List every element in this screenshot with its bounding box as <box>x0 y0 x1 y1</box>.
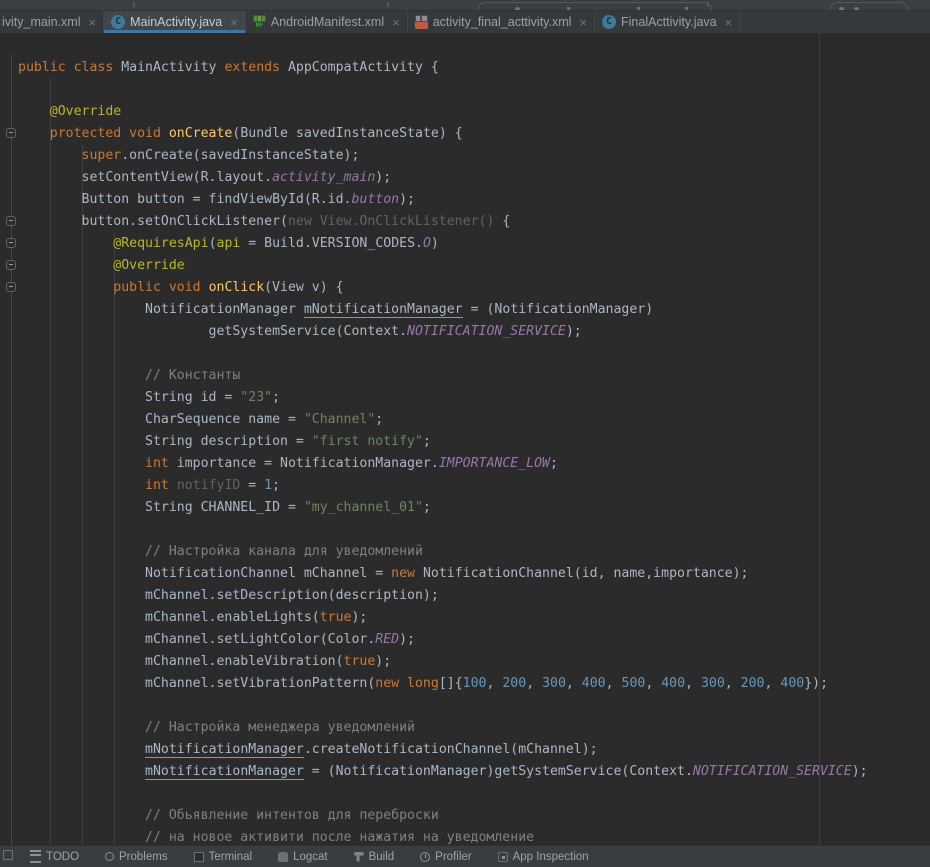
run-icon[interactable] <box>839 7 844 11</box>
main-toolbar-sliver <box>0 0 930 11</box>
code-line[interactable]: getSystemService(Context.NOTIFICATION_SE… <box>18 321 930 343</box>
code-line[interactable]: protected void onCreate(Bundle savedInst… <box>18 123 930 145</box>
toolbar-button[interactable] <box>637 7 640 10</box>
code-line[interactable]: super.onCreate(savedInstanceState); <box>18 145 930 167</box>
tab-label: AndroidManifest.xml <box>271 15 384 29</box>
code-line[interactable]: String description = "first notify"; <box>18 431 930 453</box>
tab-close-icon[interactable]: × <box>392 16 400 29</box>
java-class-icon <box>602 15 616 29</box>
code-line[interactable]: NotificationManager mNotificationManager… <box>18 299 930 321</box>
code-line[interactable]: public class MainActivity extends AppCom… <box>18 57 930 79</box>
toolwindow-corner-icon[interactable] <box>3 850 13 860</box>
code-line[interactable]: mChannel.setVibrationPattern(new long[]{… <box>18 673 930 695</box>
code-line[interactable]: button.setOnClickListener(new View.OnCli… <box>18 211 930 233</box>
run-configuration-widget[interactable] <box>478 2 712 11</box>
code-line[interactable]: String id = "23"; <box>18 387 930 409</box>
toolwindow-button-logcat[interactable]: Logcat <box>278 851 328 863</box>
toolwindow-label: Profiler <box>435 851 471 863</box>
toolbar-button[interactable] <box>685 7 688 10</box>
appinspect-icon <box>498 852 508 862</box>
toolbar-tick <box>387 2 389 7</box>
code-line[interactable]: public void onClick(View v) { <box>18 277 930 299</box>
code-line[interactable]: mChannel.setLightColor(Color.RED); <box>18 629 930 651</box>
toolbar-tick <box>133 2 135 7</box>
code-line[interactable]: CharSequence name = "Channel"; <box>18 409 930 431</box>
code-line[interactable]: // Настройка менеджера уведомлений <box>18 717 930 739</box>
toolwindow-label: TODO <box>46 851 79 863</box>
device-widget[interactable] <box>830 2 908 11</box>
code-line[interactable]: int notifyID = 1; <box>18 475 930 497</box>
code-line[interactable] <box>18 79 930 101</box>
code-line[interactable]: NotificationChannel mChannel = new Notif… <box>18 563 930 585</box>
code-line[interactable]: // Настройка канала для уведомлений <box>18 541 930 563</box>
bottom-toolwindow-bar: TODO Problems Terminal Logcat Build Profiler A… <box>0 845 930 867</box>
code-line[interactable] <box>18 783 930 805</box>
fold-collapse-icon[interactable] <box>6 238 16 248</box>
tab-close-icon[interactable]: × <box>725 16 733 29</box>
toolwindow-label: Problems <box>119 851 168 863</box>
code-line[interactable] <box>18 519 930 541</box>
toolwindow-label: Logcat <box>293 851 328 863</box>
tab-bar: ivity_main.xml×MainActivity.java×Android… <box>0 11 930 33</box>
layout-file-icon <box>415 15 428 29</box>
tab-close-icon[interactable]: × <box>579 16 587 29</box>
tab-close-icon[interactable]: × <box>89 16 97 29</box>
toolwindow-button-build[interactable]: Build <box>354 851 395 863</box>
tab-label: activity_final_acttivity.xml <box>433 15 572 29</box>
code-line[interactable]: setContentView(R.layout.activity_main); <box>18 167 930 189</box>
toolwindow-label: Terminal <box>209 851 252 863</box>
toolwindow-button-app-inspection[interactable]: App Inspection <box>498 851 589 863</box>
code-line[interactable]: mChannel.setDescription(description); <box>18 585 930 607</box>
code-line[interactable]: String CHANNEL_ID = "my_channel_01"; <box>18 497 930 519</box>
tab-activity-final-acttivity-xml[interactable]: activity_final_acttivity.xml × <box>408 11 595 33</box>
editor[interactable]: public class MainActivity extends AppCom… <box>0 33 930 855</box>
build-icon <box>354 852 364 862</box>
tab-androidmanifest-xml[interactable]: AndroidManifest.xml × <box>246 11 408 33</box>
gutter-fold-line <box>11 55 12 855</box>
code-line[interactable]: // Константы <box>18 365 930 387</box>
toolwindow-label: Build <box>369 851 395 863</box>
manifest-file-icon <box>253 15 266 29</box>
code-line[interactable]: mNotificationManager = (NotificationMana… <box>18 761 930 783</box>
android-studio-window: { "colors": { "editor_bg": "#2b2b2b", "t… <box>0 0 930 855</box>
profiler-icon <box>420 852 430 862</box>
code-line[interactable]: @RequiresApi(api = Build.VERSION_CODES.O… <box>18 233 930 255</box>
toolbar-button[interactable] <box>567 7 570 10</box>
code-line[interactable]: Button button = findViewById(R.id.button… <box>18 189 930 211</box>
code-line[interactable]: // Обьявление интентов для переброски <box>18 805 930 827</box>
toolwindow-button-terminal[interactable]: Terminal <box>194 851 252 863</box>
fold-collapse-icon[interactable] <box>6 282 16 292</box>
code-line[interactable]: @Override <box>18 255 930 277</box>
code-line[interactable]: mChannel.enableLights(true); <box>18 607 930 629</box>
tab-finalacttivity-java[interactable]: FinalActtivity.java × <box>595 11 740 33</box>
todo-icon <box>30 850 41 863</box>
toolwindow-label: App Inspection <box>513 851 589 863</box>
toolwindow-button-todo[interactable]: TODO <box>30 850 79 863</box>
tab-ivity-main-xml[interactable]: ivity_main.xml × <box>0 11 104 33</box>
code-line[interactable]: mNotificationManager.createNotificationC… <box>18 739 930 761</box>
fold-collapse-icon[interactable] <box>6 260 16 270</box>
tab-label: MainActivity.java <box>130 15 222 29</box>
code-line[interactable] <box>18 343 930 365</box>
run-icon[interactable] <box>515 7 520 11</box>
java-class-icon <box>111 15 125 29</box>
tab-label: ivity_main.xml <box>2 15 81 29</box>
tab-label: FinalActtivity.java <box>621 15 717 29</box>
fold-collapse-icon[interactable] <box>6 216 16 226</box>
toolwindow-button-profiler[interactable]: Profiler <box>420 851 471 863</box>
tab-mainactivity-java[interactable]: MainActivity.java × <box>104 11 246 33</box>
debug-icon[interactable] <box>854 7 859 11</box>
fold-collapse-icon[interactable] <box>6 128 16 138</box>
terminal-icon <box>194 852 204 862</box>
code-line[interactable]: mChannel.enableVibration(true); <box>18 651 930 673</box>
code-area[interactable]: public class MainActivity extends AppCom… <box>18 57 930 849</box>
code-line[interactable]: int importance = NotificationManager.IMP… <box>18 453 930 475</box>
code-line[interactable]: @Override <box>18 101 930 123</box>
toolwindow-button-problems[interactable]: Problems <box>105 851 168 863</box>
problems-icon <box>105 852 114 861</box>
tab-close-icon[interactable]: × <box>230 16 238 29</box>
code-line[interactable] <box>18 695 930 717</box>
logcat-icon <box>278 852 288 862</box>
